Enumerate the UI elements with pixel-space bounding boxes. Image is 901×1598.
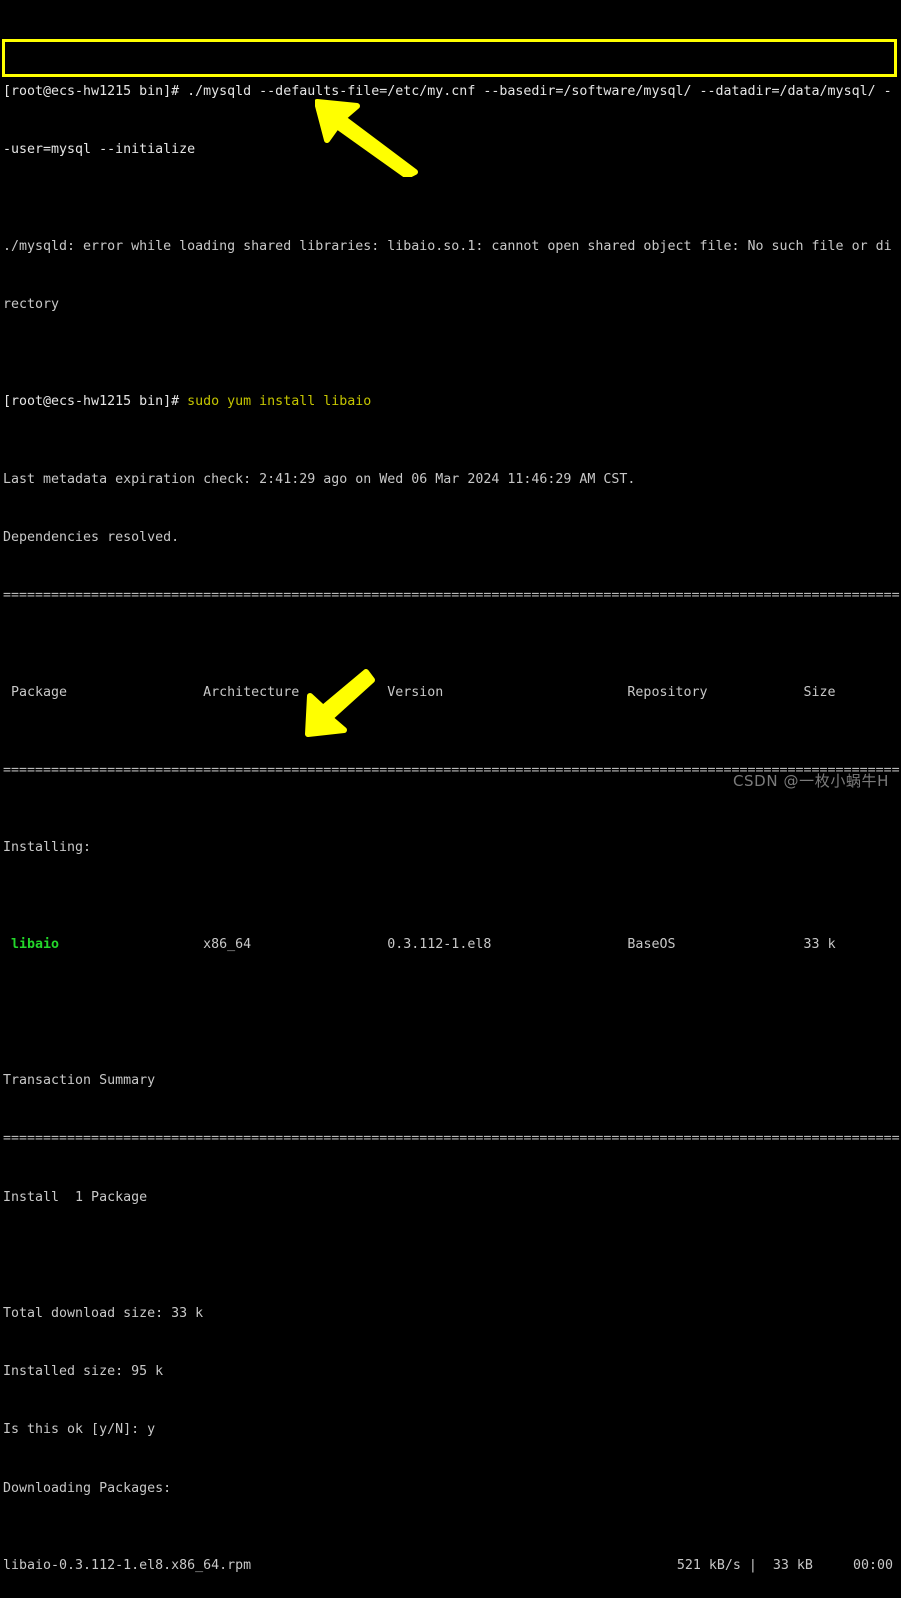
- transaction-summary-header: Transaction Summary: [3, 1073, 156, 1089]
- command-line-yum-install: [root@ecs-hw1215 bin]# sudo yum install …: [3, 392, 901, 411]
- table-row: libaio x86_64 0.3.112-1.el8 BaseOS 33 k: [3, 935, 901, 954]
- confirm-prompt-line: Is this ok [y/N]: y: [3, 1422, 156, 1438]
- csdn-watermark: CSDN @一枚小蜗牛H: [732, 772, 889, 790]
- total-download-size-line: Total download size: 33 k: [3, 1305, 204, 1321]
- command-line-initialize-first-wrap: -user=mysql --initialize: [3, 140, 901, 159]
- shell-prompt: [root@ecs-hw1215 bin]#: [3, 394, 188, 410]
- error-line-wrap: rectory: [3, 295, 901, 314]
- installing-section-header: Installing:: [3, 840, 92, 856]
- download-file-stats: 521 kB/s | 33 kB 00:00: [676, 1558, 893, 1574]
- yum-install-command: sudo yum install libaio: [187, 394, 372, 410]
- package-details-cells: x86_64 0.3.112-1.el8 BaseOS 33 k: [59, 937, 836, 953]
- command-text: [root@ecs-hw1215 bin]# ./mysqld --defaul…: [3, 83, 892, 99]
- command-text-wrap: -user=mysql --initialize: [3, 141, 196, 157]
- install-count-line: Install 1 Package: [3, 1189, 148, 1205]
- download-file-name: libaio-0.3.112-1.el8.x86_64.rpm: [3, 1558, 252, 1574]
- command-line-initialize-first: [root@ecs-hw1215 bin]# ./mysqld --defaul…: [3, 82, 901, 101]
- download-progress-row: libaio-0.3.112-1.el8.x86_64.rpm 521 kB/s …: [3, 1556, 901, 1575]
- dependencies-resolved-line: Dependencies resolved.: [3, 529, 180, 545]
- installed-size-line: Installed size: 95 k: [3, 1364, 164, 1380]
- error-text-wrap: rectory: [3, 297, 60, 313]
- separator-equals-bottom: ========================================…: [3, 1131, 900, 1147]
- error-line-primary: ./mysqld: error while loading shared lib…: [3, 237, 901, 256]
- package-name-cell: libaio: [3, 937, 60, 953]
- package-table-header: Package Architecture Version Repository …: [3, 685, 836, 701]
- downloading-packages-header: Downloading Packages:: [3, 1480, 172, 1496]
- error-text: ./mysqld: error while loading shared lib…: [3, 238, 892, 254]
- metadata-expiration-line: Last metadata expiration check: 2:41:29 …: [3, 471, 636, 487]
- separator-equals-top: ========================================…: [3, 588, 900, 604]
- terminal-window[interactable]: [root@ecs-hw1215 bin]# ./mysqld --defaul…: [0, 0, 901, 1573]
